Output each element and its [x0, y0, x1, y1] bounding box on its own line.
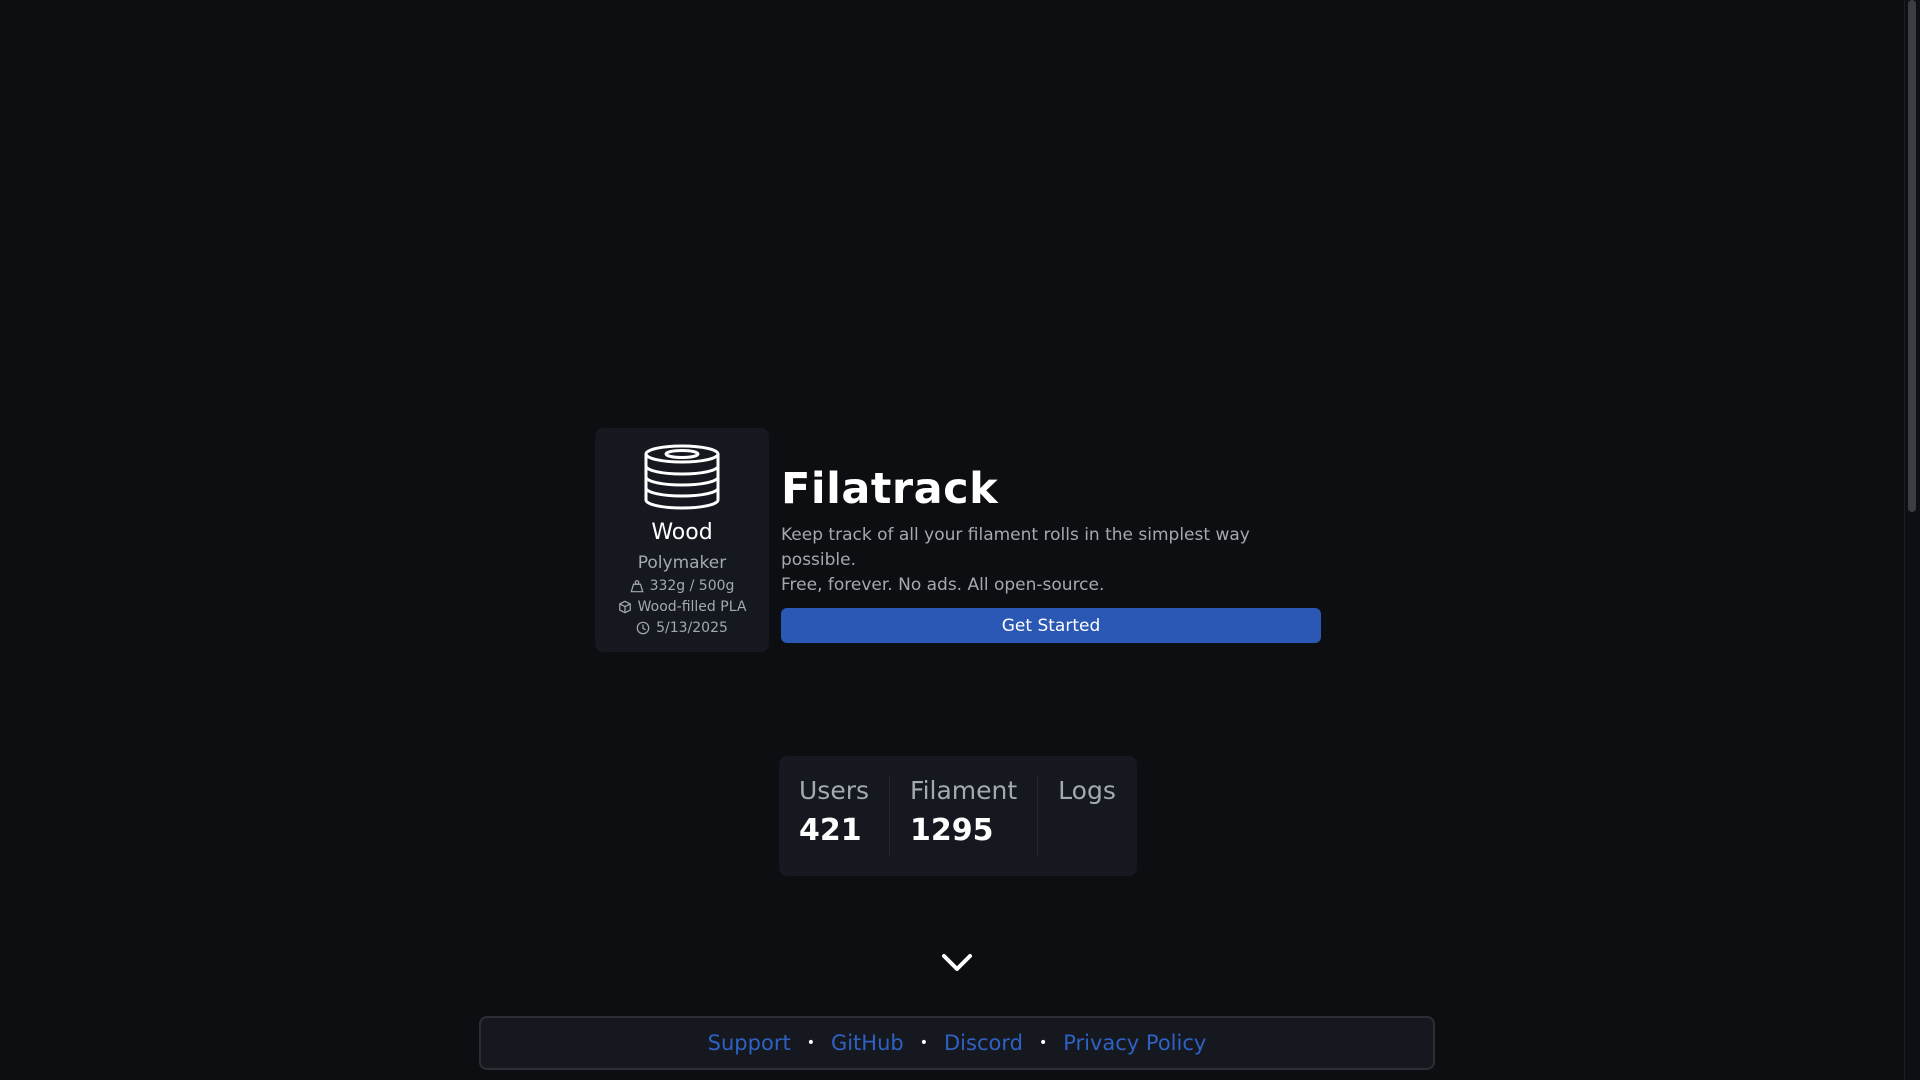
- weight-icon: [630, 580, 644, 593]
- footer-link-privacy-policy[interactable]: Privacy Policy: [1063, 1031, 1206, 1055]
- filament-weight: 332g / 500g: [630, 578, 735, 594]
- stat-label: Users: [799, 776, 870, 805]
- filament-date: 5/13/2025: [636, 620, 728, 636]
- filament-name: Wood: [651, 520, 713, 545]
- scrollbar-thumb[interactable]: [1908, 0, 1916, 512]
- box-icon: [618, 600, 631, 614]
- filament-brand: Polymaker: [637, 553, 727, 573]
- stat-value: 1295: [910, 813, 994, 848]
- footer: Support • GitHub • Discord • Privacy Pol…: [479, 1016, 1435, 1070]
- page-title: Filatrack: [781, 464, 999, 514]
- hero-section: Wood Polymaker 332g / 500g Wood-filled P…: [595, 428, 1321, 652]
- footer-separator: •: [919, 1035, 928, 1051]
- hero-info: Filatrack Keep track of all your filamen…: [781, 428, 1321, 644]
- footer-separator: •: [806, 1035, 815, 1051]
- footer-link-discord[interactable]: Discord: [944, 1031, 1023, 1055]
- tagline-line-2: Free, forever. No ads. All open-source.: [781, 575, 1105, 596]
- stat-users: Users 421: [779, 776, 891, 856]
- page-scrollbar[interactable]: [1904, 0, 1920, 1080]
- footer-link-github[interactable]: GitHub: [831, 1031, 904, 1055]
- stat-value: 421: [799, 813, 862, 848]
- stat-logs: Logs: [1038, 776, 1136, 856]
- clock-icon: [636, 621, 650, 635]
- get-started-button[interactable]: Get Started: [781, 608, 1321, 644]
- tagline-line-1: Keep track of all your filament rolls in…: [781, 525, 1250, 571]
- stat-label: Filament: [910, 776, 1018, 805]
- filament-material-text: Wood-filled PLA: [637, 599, 747, 615]
- chevron-down-icon[interactable]: [940, 950, 974, 974]
- filament-card[interactable]: Wood Polymaker 332g / 500g Wood-filled P…: [595, 428, 769, 652]
- filament-weight-text: 332g / 500g: [649, 578, 735, 594]
- filament-date-text: 5/13/2025: [656, 620, 728, 636]
- tagline: Keep track of all your filament rolls in…: [781, 523, 1321, 598]
- spool-icon: [644, 444, 720, 510]
- filament-material: Wood-filled PLA: [618, 599, 747, 615]
- stat-filament: Filament 1295: [890, 776, 1039, 856]
- footer-link-support[interactable]: Support: [708, 1031, 791, 1055]
- footer-separator: •: [1038, 1035, 1048, 1051]
- stat-label: Logs: [1058, 776, 1116, 805]
- stats-panel: Users 421 Filament 1295 Logs: [779, 756, 1137, 876]
